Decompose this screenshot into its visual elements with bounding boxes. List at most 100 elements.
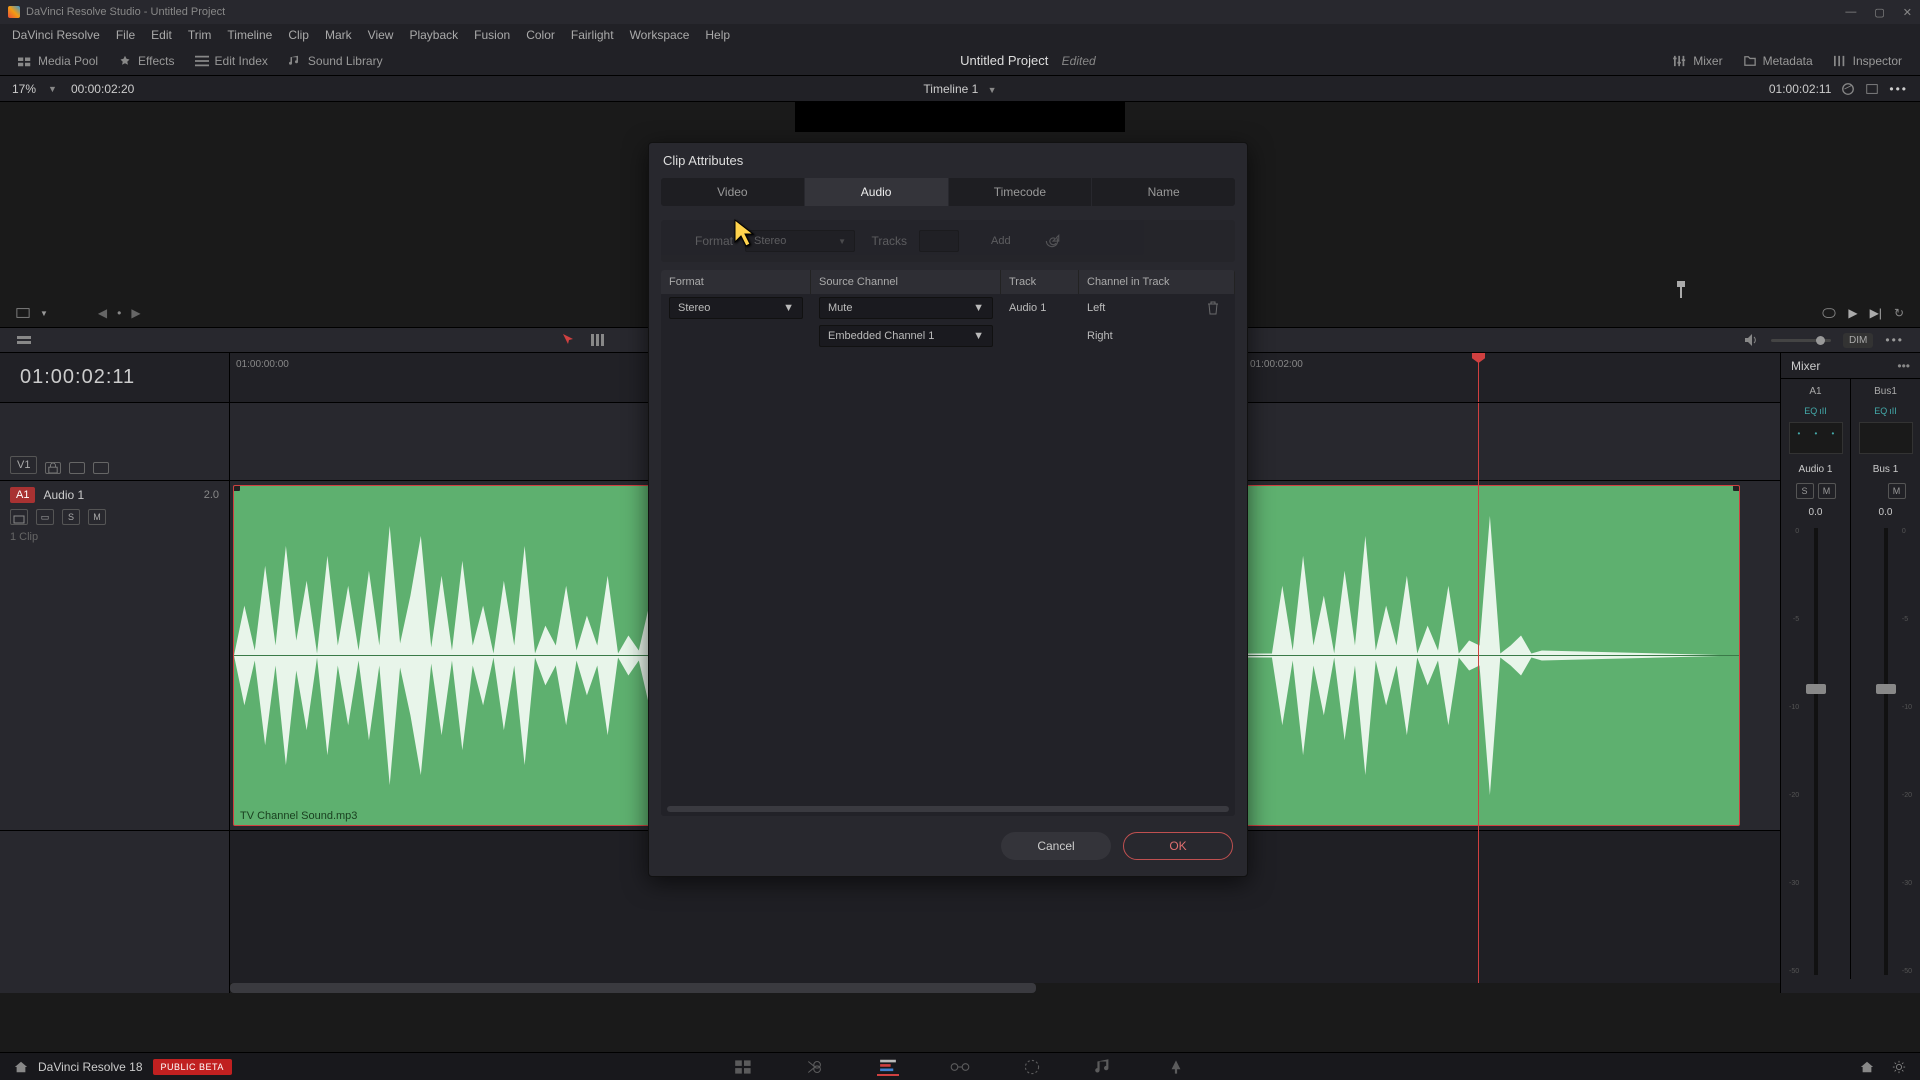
source-channel-select[interactable]: Mute▼	[819, 297, 993, 319]
next-clip-icon[interactable]: ▶|	[1870, 306, 1882, 320]
metadata-button[interactable]: Metadata	[1733, 50, 1823, 72]
options-icon[interactable]: •••	[1897, 359, 1910, 373]
cancel-button[interactable]: Cancel	[1001, 832, 1111, 860]
deliver-page-icon[interactable]	[1165, 1058, 1187, 1076]
close-icon[interactable]: ✕	[1903, 6, 1912, 19]
tab-audio[interactable]: Audio	[805, 178, 949, 206]
bypass-icon[interactable]	[1841, 82, 1855, 96]
timeline-name-dropdown[interactable]: Timeline 1 ▼	[923, 82, 996, 96]
jog-dot-icon[interactable]: •	[117, 306, 121, 320]
project-manager-icon[interactable]	[1860, 1060, 1874, 1074]
viewer-playhead[interactable]	[1680, 284, 1682, 298]
v1-badge[interactable]: V1	[10, 456, 37, 474]
options-icon[interactable]: •••	[1885, 333, 1904, 347]
menu-clip[interactable]: Clip	[280, 28, 317, 42]
solo-button[interactable]: S	[62, 509, 80, 525]
source-channel-select[interactable]: Embedded Channel 1▼	[819, 325, 993, 347]
ok-button[interactable]: OK	[1123, 832, 1233, 860]
fader-knob[interactable]	[1876, 684, 1896, 694]
fairlight-page-icon[interactable]	[1093, 1058, 1115, 1076]
mixer-channel-bus1[interactable]: Bus1 EQıII Bus 1 M 0.0 0-5-10-20-30-50	[1851, 379, 1920, 979]
blade-tool-icon[interactable]	[589, 332, 605, 348]
menu-fusion[interactable]: Fusion	[466, 28, 518, 42]
view-mode-icon[interactable]	[16, 306, 30, 320]
selection-tool-icon[interactable]	[561, 332, 577, 348]
record-timecode[interactable]: 01:00:02:11	[1769, 82, 1832, 96]
mute-button[interactable]: M	[1818, 483, 1836, 499]
menu-davinci[interactable]: DaVinci Resolve	[4, 28, 108, 42]
db-value[interactable]: 0.0	[1809, 507, 1823, 518]
mute-button[interactable]: M	[1888, 483, 1906, 499]
maximize-icon[interactable]: ▢	[1874, 6, 1884, 19]
minimize-icon[interactable]: —	[1845, 6, 1856, 19]
chevron-down-icon[interactable]: ▼	[40, 309, 48, 318]
track-header-v1[interactable]: V1	[0, 403, 229, 481]
fader[interactable]: 0-5-10-20-30-50	[1785, 528, 1846, 975]
timeline-view-icon[interactable]	[16, 332, 32, 348]
project-settings-icon[interactable]	[1892, 1060, 1906, 1074]
media-pool-button[interactable]: Media Pool	[8, 50, 108, 72]
options-icon[interactable]: •••	[1889, 82, 1908, 96]
track-thumb-icon[interactable]	[93, 462, 109, 474]
viewer-zoom[interactable]: 17%	[12, 82, 36, 96]
source-timecode[interactable]: 00:00:02:20	[71, 82, 134, 96]
playhead[interactable]	[1478, 353, 1479, 402]
menu-mark[interactable]: Mark	[317, 28, 360, 42]
match-frame-icon[interactable]	[1822, 306, 1836, 320]
track-header-a1[interactable]: A1 Audio 1 2.0 ▭ S M 1 Clip	[0, 481, 229, 831]
chevron-down-icon[interactable]: ▼	[48, 84, 57, 94]
fade-handle-left[interactable]	[233, 485, 240, 491]
sound-library-button[interactable]: Sound Library	[278, 50, 393, 72]
menu-workspace[interactable]: Workspace	[622, 28, 698, 42]
menu-timeline[interactable]: Timeline	[219, 28, 280, 42]
reset-icon[interactable]	[1043, 232, 1061, 250]
eq-button[interactable]: EQıII	[1870, 404, 1901, 418]
menu-file[interactable]: File	[108, 28, 143, 42]
fusion-page-icon[interactable]	[949, 1058, 971, 1076]
effects-button[interactable]: Effects	[108, 50, 184, 72]
viewer-canvas[interactable]	[795, 102, 1125, 132]
monitor-volume-slider[interactable]	[1771, 339, 1831, 342]
color-page-icon[interactable]	[1021, 1058, 1043, 1076]
home-icon[interactable]	[14, 1060, 28, 1074]
loop-icon[interactable]: ↻	[1894, 306, 1904, 320]
menu-view[interactable]: View	[360, 28, 402, 42]
format-select[interactable]: Stereo▼	[669, 297, 803, 319]
fade-handle-right[interactable]	[1733, 485, 1740, 491]
cut-page-icon[interactable]	[805, 1058, 827, 1076]
menu-fairlight[interactable]: Fairlight	[563, 28, 622, 42]
fader[interactable]: 0-5-10-20-30-50	[1855, 528, 1916, 975]
edit-page-icon[interactable]	[877, 1058, 899, 1076]
tab-timecode[interactable]: Timecode	[949, 178, 1093, 206]
playhead-line[interactable]	[1478, 403, 1479, 983]
menu-color[interactable]: Color	[518, 28, 563, 42]
auto-select-icon[interactable]: ▭	[36, 509, 54, 525]
menu-edit[interactable]: Edit	[143, 28, 180, 42]
pan-control[interactable]	[1859, 422, 1913, 454]
play-icon[interactable]: ▶	[1848, 306, 1857, 320]
next-edit-icon[interactable]: ▶	[131, 306, 140, 320]
tab-name[interactable]: Name	[1092, 178, 1235, 206]
pan-control[interactable]	[1789, 422, 1843, 454]
mute-button[interactable]: M	[88, 509, 106, 525]
dialog-h-scrollbar[interactable]	[667, 806, 1229, 812]
mixer-channel-a1[interactable]: A1 EQıII Audio 1 S M 0.0 0-5-10-20-30-50	[1781, 379, 1851, 979]
solo-button[interactable]: S	[1796, 483, 1814, 499]
prev-edit-icon[interactable]: ◀	[98, 306, 107, 320]
tab-video[interactable]: Video	[661, 178, 805, 206]
timeline-timecode[interactable]: 01:00:02:11	[0, 353, 229, 403]
lock-icon[interactable]	[45, 462, 61, 474]
inspector-button[interactable]: Inspector	[1823, 50, 1912, 72]
trash-icon[interactable]	[1207, 301, 1219, 315]
a1-badge[interactable]: A1	[10, 487, 35, 503]
menu-trim[interactable]: Trim	[180, 28, 220, 42]
eq-button[interactable]: EQıII	[1800, 404, 1831, 418]
dim-button[interactable]: DIM	[1843, 333, 1873, 348]
lock-icon[interactable]	[10, 509, 28, 525]
media-page-icon[interactable]	[733, 1058, 755, 1076]
mixer-button[interactable]: Mixer	[1663, 50, 1732, 72]
timeline-h-scrollbar[interactable]	[230, 983, 1780, 993]
track-thumb-icon[interactable]	[69, 462, 85, 474]
db-value[interactable]: 0.0	[1879, 507, 1893, 518]
fader-knob[interactable]	[1806, 684, 1826, 694]
